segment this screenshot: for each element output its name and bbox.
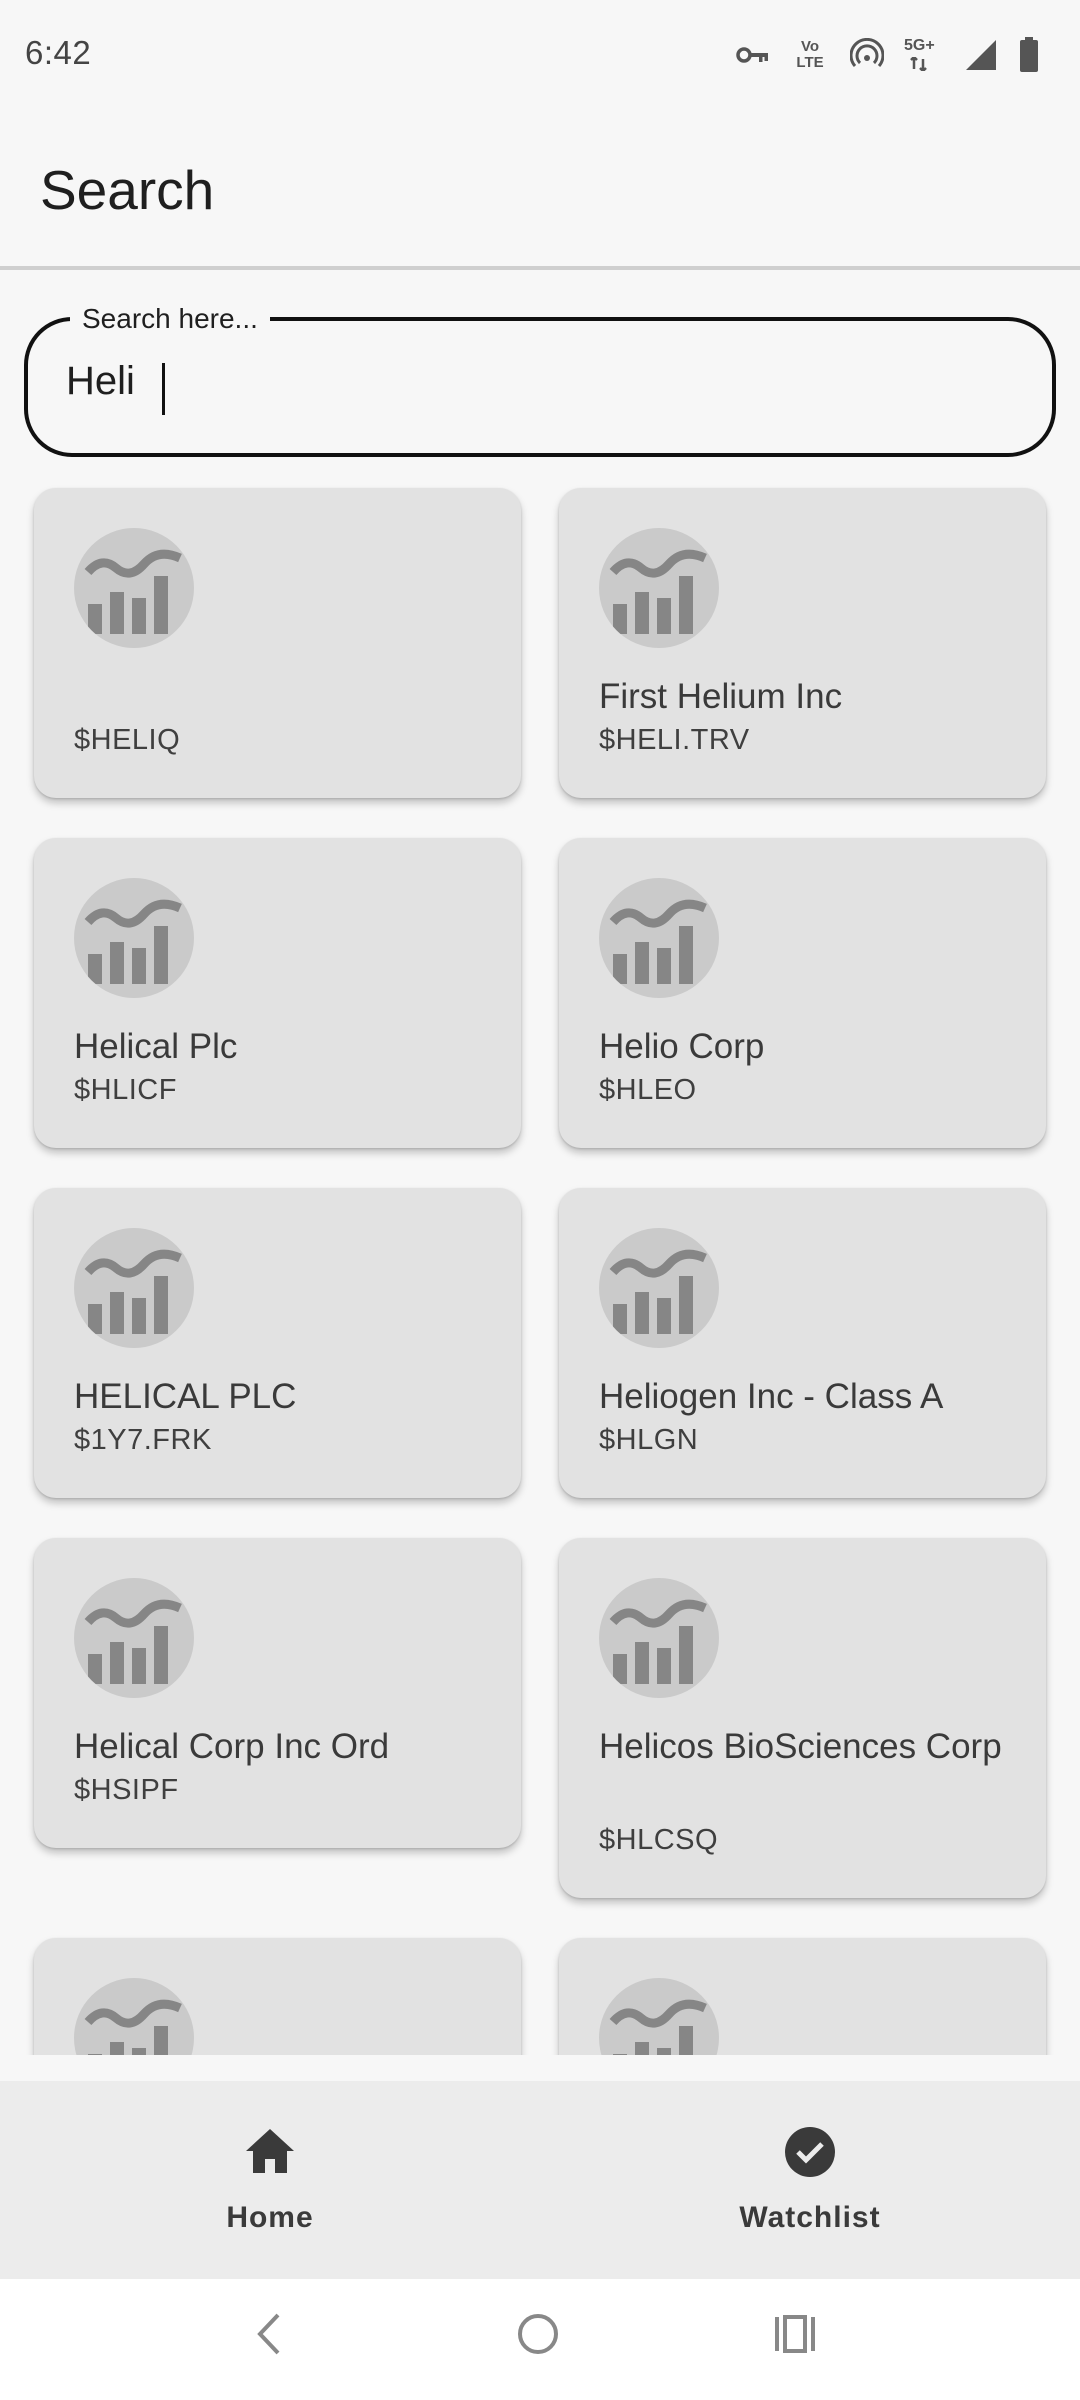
ticker-symbol: $HLGN <box>599 1424 699 1456</box>
nav-home-label: Home <box>226 2201 314 2234</box>
signal-icon <box>964 38 998 72</box>
network-text: 5G+ <box>904 37 935 54</box>
app-bar: Search <box>0 108 1080 268</box>
chart-logo-icon <box>599 528 719 648</box>
status-time: 6:42 <box>25 34 92 71</box>
result-card[interactable]: Heliogen Inc - Class A $HLGN <box>559 1188 1046 1498</box>
result-card[interactable] <box>34 1938 521 2055</box>
search-input[interactable] <box>66 351 966 411</box>
result-card[interactable]: Helical Corp Inc Ord $HSIPF <box>34 1538 521 1848</box>
chart-logo-icon <box>599 1578 719 1698</box>
page-title: Search <box>40 159 215 221</box>
system-nav-bar <box>0 2279 1080 2400</box>
network-5g-icon: 5G+ <box>904 37 944 73</box>
bottom-nav: Home Watchlist <box>0 2081 1080 2279</box>
vpn-key-icon <box>736 44 770 66</box>
company-name: Helical Plc <box>74 1027 238 1066</box>
home-icon <box>242 2125 298 2182</box>
result-card[interactable]: Helio Corp $HLEO <box>559 838 1046 1148</box>
result-card[interactable]: Helical Plc $HLICF <box>34 838 521 1148</box>
chart-logo-icon <box>74 1978 194 2055</box>
company-name: Helio Corp <box>599 1027 765 1066</box>
result-card[interactable]: First Helium Inc $HELI.TRV <box>559 488 1046 798</box>
check-circle-icon <box>783 2125 837 2184</box>
status-icons: Vo LTE 5G+ <box>736 30 1040 80</box>
hotspot-icon <box>850 38 884 72</box>
company-name: Helicos BioSciences Corp <box>599 1727 1002 1766</box>
chart-logo-icon <box>599 1978 719 2055</box>
result-card[interactable]: HELICAL PLC $1Y7.FRK <box>34 1188 521 1498</box>
chart-logo-icon <box>599 878 719 998</box>
back-icon[interactable] <box>250 2309 286 2364</box>
chart-logo-icon <box>74 1578 194 1698</box>
ticker-symbol: $1Y7.FRK <box>74 1424 212 1456</box>
text-cursor <box>162 363 165 415</box>
recents-icon[interactable] <box>772 2309 818 2364</box>
chart-logo-icon <box>74 878 194 998</box>
company-name: HELICAL PLC <box>74 1377 297 1416</box>
nav-watchlist[interactable]: Watchlist <box>540 2081 1080 2279</box>
company-name: First Helium Inc <box>599 677 843 716</box>
circle-home-icon[interactable] <box>513 2309 563 2364</box>
volte-icon: Vo LTE <box>790 39 830 71</box>
app-bar-divider <box>0 266 1080 270</box>
chart-logo-icon <box>74 528 194 648</box>
ticker-symbol: $HELIQ <box>74 724 181 756</box>
nav-watchlist-label: Watchlist <box>739 2201 881 2234</box>
result-card[interactable]: $HELIQ <box>34 488 521 798</box>
search-field[interactable]: Search here... <box>24 299 1056 457</box>
chart-logo-icon <box>599 1228 719 1348</box>
search-results-grid: $HELIQ First Helium Inc $HELI.TRV Helica… <box>0 470 1080 2055</box>
ticker-symbol: $HLCSQ <box>599 1824 719 1856</box>
chart-logo-icon <box>74 1228 194 1348</box>
ticker-symbol: $HELI.TRV <box>599 724 750 756</box>
ticker-symbol: $HSIPF <box>74 1774 179 1806</box>
search-label: Search here... <box>70 299 270 339</box>
ticker-symbol: $HLEO <box>599 1074 697 1106</box>
result-card[interactable] <box>559 1938 1046 2055</box>
ticker-symbol: $HLICF <box>74 1074 177 1106</box>
status-bar: 6:42 Vo LTE 5G+ <box>0 0 1080 108</box>
nav-home[interactable]: Home <box>0 2081 540 2279</box>
company-name: Helical Corp Inc Ord <box>74 1727 390 1766</box>
battery-icon <box>1018 37 1040 73</box>
volte-text: Vo LTE <box>796 38 824 71</box>
result-card[interactable]: Helicos BioSciences Corp $HLCSQ <box>559 1538 1046 1898</box>
company-name: Heliogen Inc - Class A <box>599 1377 944 1416</box>
